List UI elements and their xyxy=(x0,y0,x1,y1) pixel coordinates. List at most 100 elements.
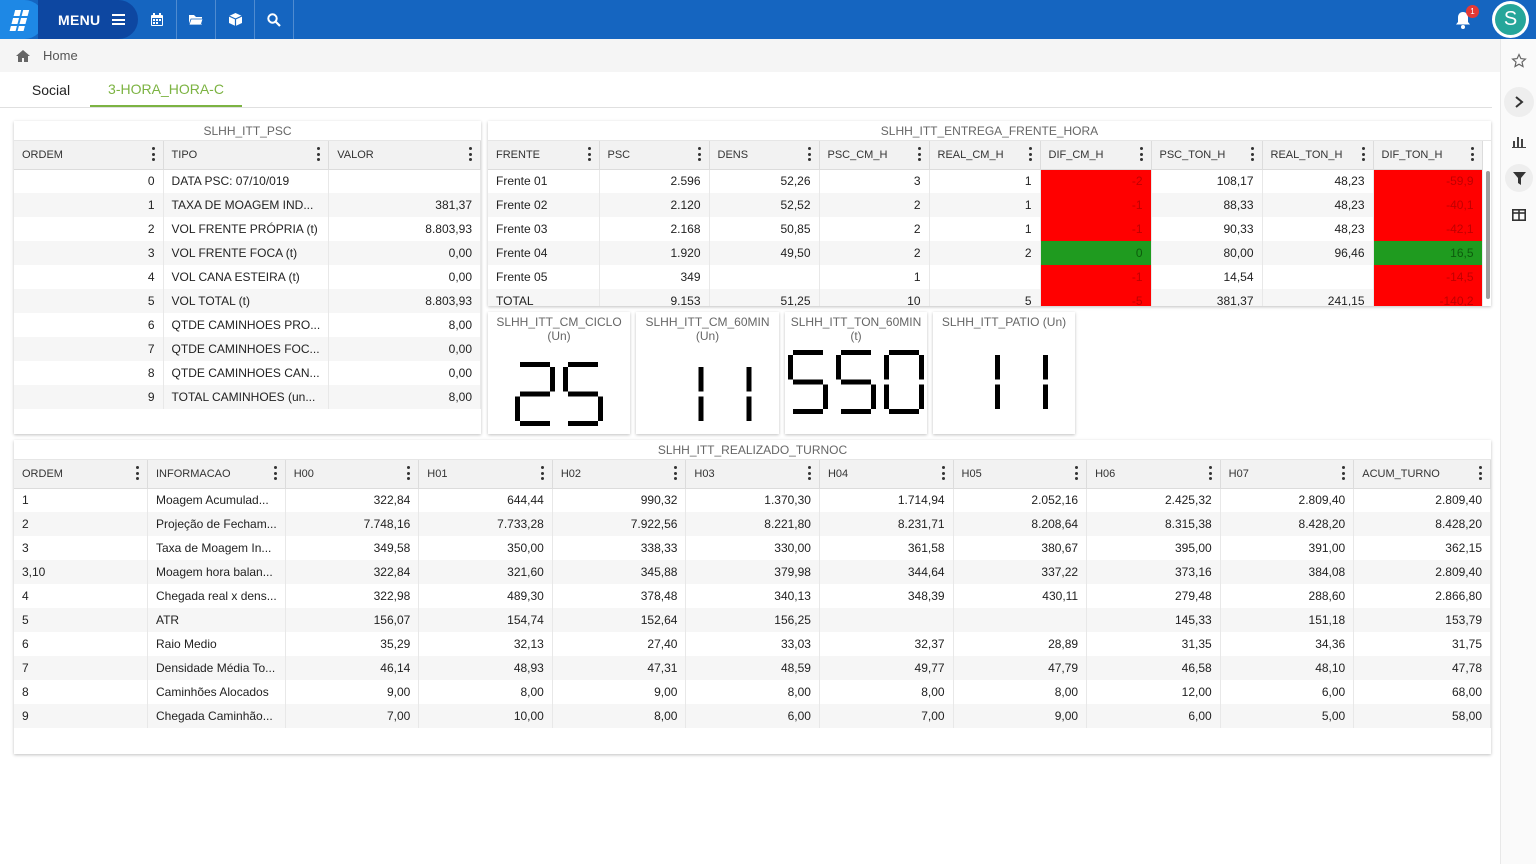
column-menu-icon[interactable] xyxy=(941,466,945,480)
column-menu-icon[interactable] xyxy=(135,466,139,480)
column-menu-icon[interactable] xyxy=(1075,466,1079,480)
column-menu-icon[interactable] xyxy=(1139,147,1143,161)
table-row[interactable]: 2 Projeção de Fecham... 7.748,16 7.733,28 7.… xyxy=(14,512,1491,536)
column-header[interactable]: H04 xyxy=(819,460,954,489)
psc-title: SLHH_ITT_PSC xyxy=(14,121,481,141)
table-row[interactable]: 5 VOL TOTAL (t) 8.803,93 xyxy=(14,289,481,313)
table-row[interactable]: 8 QTDE CAMINHOES CAN... 0,00 xyxy=(14,361,481,385)
column-header[interactable]: PSC xyxy=(599,141,710,170)
column-menu-icon[interactable] xyxy=(1250,147,1254,161)
column-menu-icon[interactable] xyxy=(917,147,921,161)
table-cell: 241,15 xyxy=(1262,289,1374,306)
table-cell: 96,46 xyxy=(1262,241,1374,265)
column-header[interactable]: FRENTE xyxy=(488,141,600,170)
table-row[interactable]: Frente 05 349 1 -1 14,54 -14,5 xyxy=(488,265,1483,289)
table-row[interactable]: 1 TAXA DE MOAGEM IND... 381,37 xyxy=(14,193,481,217)
table-row[interactable]: 6 QTDE CAMINHOES PRO... 8,00 xyxy=(14,313,481,337)
columns-icon[interactable] xyxy=(1502,203,1536,227)
column-header[interactable]: DENS xyxy=(709,141,820,170)
column-header[interactable]: INFORMACAO xyxy=(147,460,286,489)
table-cell: 68,00 xyxy=(1353,680,1491,704)
column-header[interactable]: H05 xyxy=(953,460,1088,489)
column-menu-icon[interactable] xyxy=(1028,147,1032,161)
table-row[interactable]: 0 DATA PSC: 07/10/019 xyxy=(14,169,481,193)
calendar-icon[interactable] xyxy=(138,0,177,39)
home-icon[interactable] xyxy=(15,49,31,63)
column-menu-icon[interactable] xyxy=(407,466,411,480)
table-row[interactable]: 7 QTDE CAMINHOES FOC... 0,00 xyxy=(14,337,481,361)
column-header[interactable]: ORDEM xyxy=(14,460,148,489)
cube-icon[interactable] xyxy=(216,0,255,39)
menu-button[interactable]: MENU xyxy=(38,0,138,39)
column-header[interactable]: ORDEM xyxy=(14,141,164,170)
table-cell: 8.315,38 xyxy=(1086,512,1221,536)
table-row[interactable]: 2 VOL FRENTE PRÓPRIA (t) 8.803,93 xyxy=(14,217,481,241)
table-cell: 3 xyxy=(819,169,930,193)
column-menu-icon[interactable] xyxy=(1361,147,1365,161)
table-row[interactable]: 1 Moagem Acumulad... 322,84 644,44 990,32 1.3… xyxy=(14,488,1491,512)
column-menu-icon[interactable] xyxy=(1208,466,1212,480)
expand-chevron-icon[interactable] xyxy=(1502,87,1536,117)
table-row[interactable]: TOTAL 9.153 51,25 10 5 -5 381,37 241,15 -140,2 xyxy=(488,289,1483,306)
column-header[interactable]: H02 xyxy=(552,460,687,489)
user-avatar[interactable]: S xyxy=(1492,1,1529,38)
table-row[interactable]: 3 VOL FRENTE FOCA (t) 0,00 xyxy=(14,241,481,265)
column-header[interactable]: DIF_CM_H xyxy=(1040,141,1152,170)
filter-icon[interactable] xyxy=(1502,163,1536,193)
table-cell: 8.221,80 xyxy=(685,512,820,536)
column-header[interactable]: PSC_CM_H xyxy=(819,141,930,170)
column-header[interactable]: REAL_CM_H xyxy=(929,141,1041,170)
table-row[interactable]: 4 Chegada real x dens... 322,98 489,30 378,4… xyxy=(14,584,1491,608)
table-row[interactable]: Frente 02 2.120 52,52 2 1 -1 88,33 48,23 -40,1 xyxy=(488,193,1483,217)
column-header[interactable]: H07 xyxy=(1220,460,1355,489)
column-header[interactable]: REAL_TON_H xyxy=(1262,141,1374,170)
table-row[interactable]: 9 Chegada Caminhão... 7,00 10,00 8,00 6,00 7,0… xyxy=(14,704,1491,728)
bar-chart-icon[interactable] xyxy=(1502,129,1536,153)
tab-social[interactable]: Social xyxy=(14,72,88,107)
table-row[interactable]: 7 Densidade Média To... 46,14 48,93 47,31 48,… xyxy=(14,656,1491,680)
column-header[interactable]: H06 xyxy=(1086,460,1221,489)
column-header[interactable]: H00 xyxy=(285,460,420,489)
table-row[interactable]: Frente 04 1.920 49,50 2 2 0 80,00 96,46 16,5 xyxy=(488,241,1483,265)
column-menu-icon[interactable] xyxy=(1479,466,1482,480)
column-menu-icon[interactable] xyxy=(674,466,678,480)
column-header[interactable]: H01 xyxy=(418,460,553,489)
table-row[interactable]: 5 ATR 156,07 154,74 152,64 156,25 145,33 151,18… xyxy=(14,608,1491,632)
column-header[interactable]: ACUM_TURNO xyxy=(1353,460,1491,489)
table-row[interactable]: 3,10 Moagem hora balan... 322,84 321,60 345,… xyxy=(14,560,1491,584)
column-menu-icon[interactable] xyxy=(697,147,701,161)
star-icon[interactable] xyxy=(1502,46,1536,76)
entrega-scrollbar[interactable] xyxy=(1486,171,1490,299)
column-menu-icon[interactable] xyxy=(1470,147,1474,161)
column-header[interactable]: TIPO xyxy=(163,141,330,170)
column-header[interactable]: DIF_TON_H xyxy=(1373,141,1483,170)
table-cell: Raio Medio xyxy=(147,632,286,656)
table-cell: Projeção de Fecham... xyxy=(147,512,286,536)
search-icon[interactable] xyxy=(255,0,294,39)
breadcrumb-home[interactable]: Home xyxy=(43,48,78,63)
table-row[interactable]: 6 Raio Medio 35,29 32,13 27,40 33,03 32,37 28,8… xyxy=(14,632,1491,656)
table-row[interactable]: 4 VOL CANA ESTEIRA (t) 0,00 xyxy=(14,265,481,289)
column-menu-icon[interactable] xyxy=(540,466,544,480)
folder-icon[interactable] xyxy=(177,0,216,39)
table-cell: Densidade Média To... xyxy=(147,656,286,680)
table-row[interactable]: Frente 03 2.168 50,85 2 1 -1 90,33 48,23 -42,1 xyxy=(488,217,1483,241)
column-menu-icon[interactable] xyxy=(317,147,321,161)
table-row[interactable]: Frente 01 2.596 52,26 3 1 -2 108,17 48,23 -59,9 xyxy=(488,169,1483,193)
column-menu-icon[interactable] xyxy=(273,466,277,480)
notification-badge: 1 xyxy=(1466,5,1479,18)
table-row[interactable]: 3 Taxa de Moagem In... 349,58 350,00 338,33 3… xyxy=(14,536,1491,560)
column-header[interactable]: PSC_TON_H xyxy=(1151,141,1263,170)
tab-3-hora-hora-c[interactable]: 3-HORA_HORA-C xyxy=(90,72,242,107)
column-menu-icon[interactable] xyxy=(587,147,591,161)
table-row[interactable]: 9 TOTAL CAMINHOES (un... 8,00 xyxy=(14,385,481,409)
column-menu-icon[interactable] xyxy=(469,147,472,161)
table-row[interactable]: 8 Caminhões Alocados 9,00 8,00 9,00 8,00 8,00 8… xyxy=(14,680,1491,704)
column-header[interactable]: H03 xyxy=(685,460,820,489)
column-menu-icon[interactable] xyxy=(807,147,811,161)
column-menu-icon[interactable] xyxy=(807,466,811,480)
column-menu-icon[interactable] xyxy=(151,147,155,161)
column-header-label: INFORMACAO xyxy=(155,467,231,480)
column-header[interactable]: VALOR xyxy=(328,141,481,170)
column-menu-icon[interactable] xyxy=(1342,466,1346,480)
